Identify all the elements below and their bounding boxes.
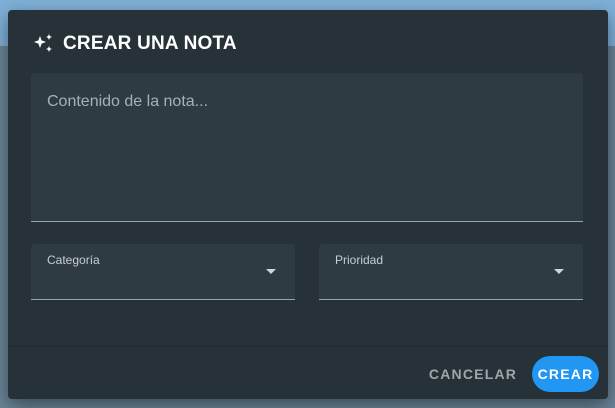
priority-select[interactable]: Prioridad <box>319 244 583 300</box>
create-button[interactable]: CREAR <box>532 356 599 392</box>
sparkle-icon <box>34 34 52 52</box>
dialog-title: CREAR UNA NOTA <box>63 33 237 54</box>
chevron-down-icon <box>554 269 564 274</box>
category-select[interactable]: Categoría <box>31 244 295 300</box>
note-content-input[interactable] <box>31 73 583 221</box>
actions-divider <box>8 346 608 347</box>
create-note-dialog: CREAR UNA NOTA Categoría Prioridad CANCE… <box>8 10 608 399</box>
category-label: Categoría <box>47 253 100 267</box>
cancel-button[interactable]: CANCELAR <box>426 356 520 392</box>
chevron-down-icon <box>266 269 276 274</box>
note-content-field <box>31 73 583 222</box>
priority-label: Prioridad <box>335 253 384 267</box>
dialog-header: CREAR UNA NOTA <box>31 32 237 56</box>
